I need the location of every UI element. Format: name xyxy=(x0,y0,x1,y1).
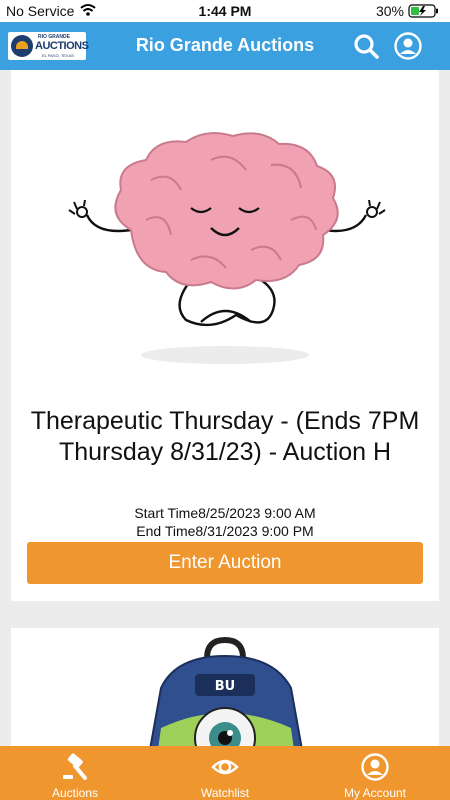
tab-label: My Account xyxy=(343,786,407,800)
account-icon xyxy=(361,753,389,781)
auction-start-time: Start Time8/25/2023 9:00 AM xyxy=(134,505,316,521)
svg-text:BU: BU xyxy=(215,679,235,694)
status-bar: No Service 1:44 PM 30% xyxy=(0,0,450,22)
auction-card[interactable]: Therapeutic Thursday - (Ends 7PM Thursda… xyxy=(11,70,439,601)
bottom-nav: Auctions Watchlist My Account xyxy=(0,746,450,800)
page-title: Rio Grande Auctions xyxy=(135,35,315,55)
eye-icon xyxy=(211,759,239,775)
auction-image-meditating-brain[interactable] xyxy=(11,70,439,370)
app-header: RIO GRANDE AUCTIONS EL PASO, TEXAS Rio G… xyxy=(0,22,450,70)
battery-icon xyxy=(408,4,438,18)
tab-watchlist[interactable]: Watchlist xyxy=(150,746,300,800)
tab-my-account[interactable]: My Account xyxy=(300,746,450,800)
auction-end-time: End Time8/31/2023 9:00 PM xyxy=(136,523,314,539)
search-icon[interactable] xyxy=(352,32,380,60)
account-icon[interactable] xyxy=(394,32,422,60)
tab-label: Watchlist xyxy=(200,786,250,800)
auction-title[interactable]: Therapeutic Thursday - (Ends 7PM Thursda… xyxy=(21,406,429,468)
battery-percent: 30% xyxy=(375,3,404,19)
tab-label: Auctions xyxy=(51,786,99,800)
enter-auction-button[interactable]: Enter Auction xyxy=(27,542,423,584)
gavel-icon xyxy=(63,753,87,780)
tab-auctions[interactable]: Auctions xyxy=(0,746,150,800)
